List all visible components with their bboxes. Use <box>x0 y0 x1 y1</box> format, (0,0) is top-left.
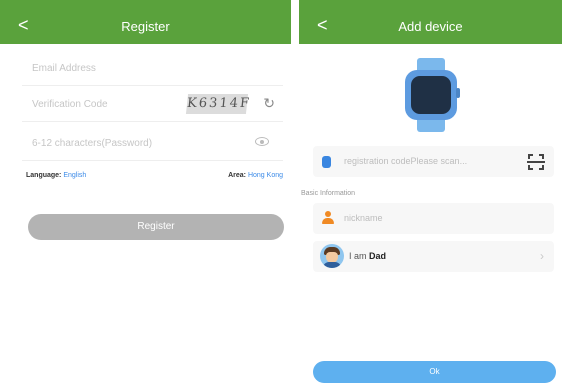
screen-divider <box>291 0 299 385</box>
role-prefix: I am <box>349 251 367 261</box>
page-title: Register <box>121 19 170 34</box>
language-label: Language: <box>26 172 62 179</box>
refresh-icon[interactable]: ↻ <box>263 95 275 112</box>
verification-code-field[interactable]: Verification Code K6314F ↻ <box>22 88 283 122</box>
person-icon <box>322 211 334 225</box>
ok-button[interactable]: Ok <box>313 361 556 383</box>
registration-code-field[interactable]: registration codePlease scan... <box>313 146 554 177</box>
verification-placeholder: Verification Code <box>32 99 108 110</box>
device-icon <box>322 156 331 168</box>
password-placeholder: 6-12 characters(Password) <box>32 138 153 149</box>
area-selector[interactable]: Area: Hong Kong <box>228 172 283 179</box>
language-selector[interactable]: Language: English <box>26 172 86 179</box>
register-button[interactable]: Register <box>28 214 284 240</box>
watch-icon <box>402 58 460 132</box>
register-header: < Register <box>0 8 291 44</box>
role-text: I am Dad <box>349 251 386 261</box>
area-value[interactable]: Hong Kong <box>248 172 283 179</box>
password-field[interactable]: 6-12 characters(Password) <box>22 127 283 161</box>
register-screen: < Register Email Address Verification Co… <box>0 0 291 385</box>
nickname-placeholder: nickname <box>344 213 383 223</box>
registration-placeholder: registration codePlease scan... <box>344 156 468 166</box>
eye-icon[interactable] <box>255 137 269 146</box>
role-selector[interactable]: I am Dad › <box>313 241 554 272</box>
avatar-icon <box>320 244 344 268</box>
page-title: Add device <box>398 19 463 34</box>
area-label: Area: <box>228 172 247 179</box>
section-label: Basic Information <box>301 190 356 197</box>
language-value[interactable]: English <box>63 172 86 179</box>
add-device-header: < Add device <box>299 8 562 44</box>
captcha-image: K6314F <box>185 94 252 114</box>
scan-icon[interactable] <box>527 154 545 170</box>
role-value: Dad <box>369 251 387 261</box>
chevron-right-icon: › <box>540 249 544 263</box>
nickname-field[interactable]: nickname <box>313 203 554 234</box>
email-placeholder: Email Address <box>32 63 96 74</box>
add-device-screen: < Add device registration codePlease sca… <box>299 0 562 385</box>
status-bar <box>299 0 562 8</box>
email-field[interactable]: Email Address <box>22 52 283 86</box>
status-bar <box>0 0 291 8</box>
